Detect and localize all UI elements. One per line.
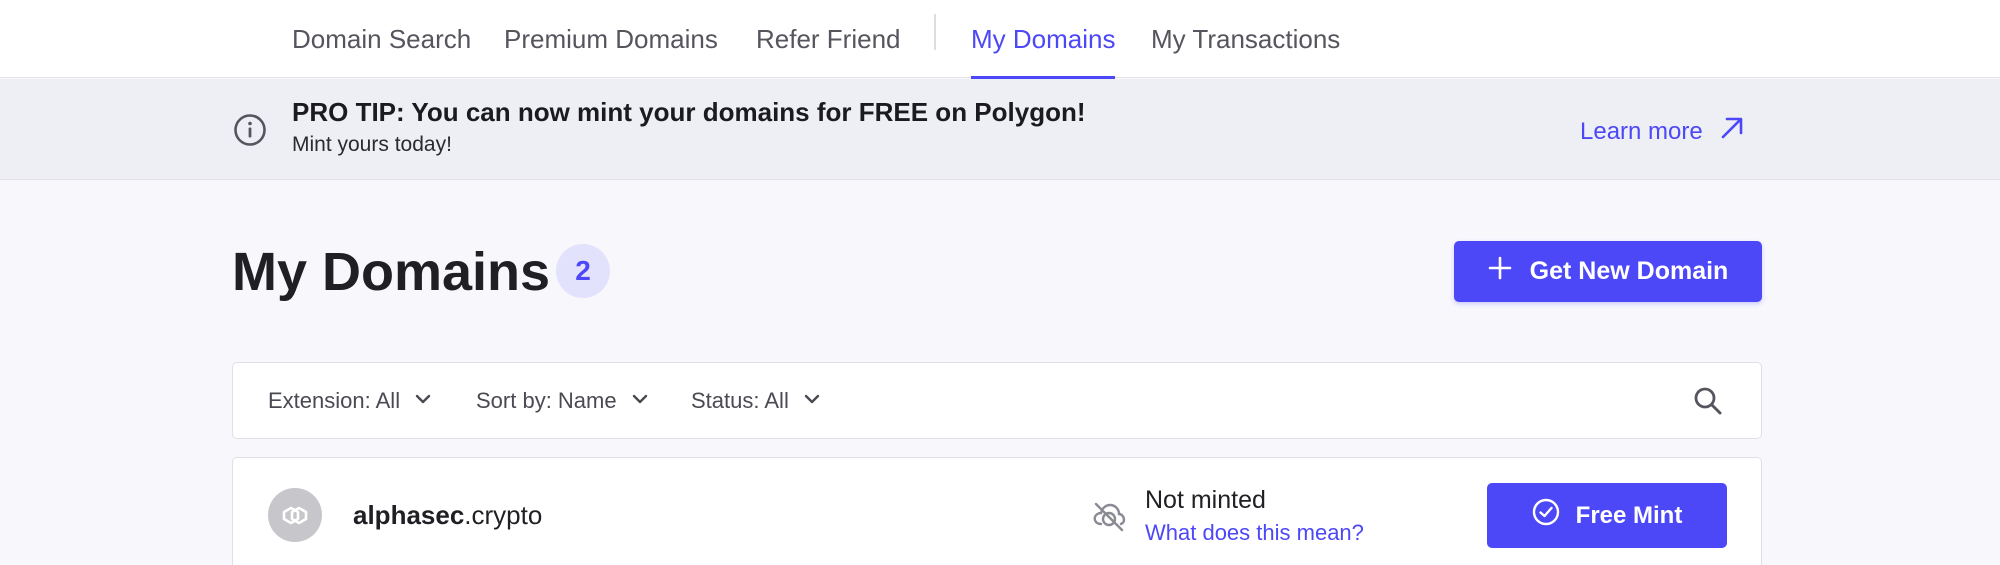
domain-count-badge: 2 (556, 244, 610, 298)
free-mint-label: Free Mint (1575, 501, 1683, 529)
free-mint-button[interactable]: Free Mint (1487, 483, 1727, 548)
get-new-domain-label: Get New Domain (1529, 257, 1729, 285)
sort-filter[interactable]: Sort by: Name (476, 363, 649, 438)
domain-row[interactable]: alphasec.crypto Not minted What does thi… (232, 457, 1762, 565)
filter-bar: Extension: All Sort by: Name Status: All (232, 362, 1762, 439)
chevron-down-icon (414, 388, 432, 414)
info-icon (233, 113, 267, 147)
learn-more-label: Learn more (1580, 117, 1703, 145)
domain-label: alphasec (353, 500, 465, 530)
nav-my-domains[interactable]: My Domains (971, 0, 1116, 79)
not-minted-icon (1091, 498, 1127, 534)
nav-domain-search[interactable]: Domain Search (292, 0, 471, 78)
polygon-icon (268, 488, 322, 542)
status-filter-label: Status: All (691, 387, 789, 413)
banner-subtitle: Mint yours today! (292, 133, 452, 156)
extension-filter[interactable]: Extension: All (268, 363, 432, 438)
domain-extension: .crypto (464, 500, 543, 530)
what-does-this-mean-link[interactable]: What does this mean? (1145, 520, 1364, 546)
search-icon[interactable] (1693, 386, 1723, 416)
extension-filter-label: Extension: All (268, 387, 401, 413)
nav-refer-friend[interactable]: Refer Friend (756, 0, 901, 78)
pro-tip-banner: PRO TIP: You can now mint your domains f… (0, 79, 2000, 180)
page-title: My Domains (232, 242, 551, 302)
banner-title: PRO TIP: You can now mint your domains f… (292, 97, 1086, 127)
plus-icon (1488, 256, 1512, 287)
check-circle-icon (1532, 498, 1560, 533)
nav-divider (934, 14, 936, 50)
sort-filter-label: Sort by: Name (476, 387, 617, 413)
nav-my-transactions[interactable]: My Transactions (1151, 0, 1340, 78)
get-new-domain-button[interactable]: Get New Domain (1454, 241, 1762, 302)
chevron-down-icon (803, 388, 821, 414)
domain-name[interactable]: alphasec.crypto (353, 500, 542, 531)
arrow-up-right-icon (1719, 115, 1745, 148)
chevron-down-icon (631, 388, 649, 414)
top-nav: Domain Search Premium Domains Refer Frie… (0, 0, 2000, 79)
status-filter[interactable]: Status: All (691, 363, 821, 438)
nav-premium-domains[interactable]: Premium Domains (504, 0, 718, 78)
mint-status: Not minted (1145, 486, 1266, 514)
learn-more-link[interactable]: Learn more (1580, 115, 1745, 148)
